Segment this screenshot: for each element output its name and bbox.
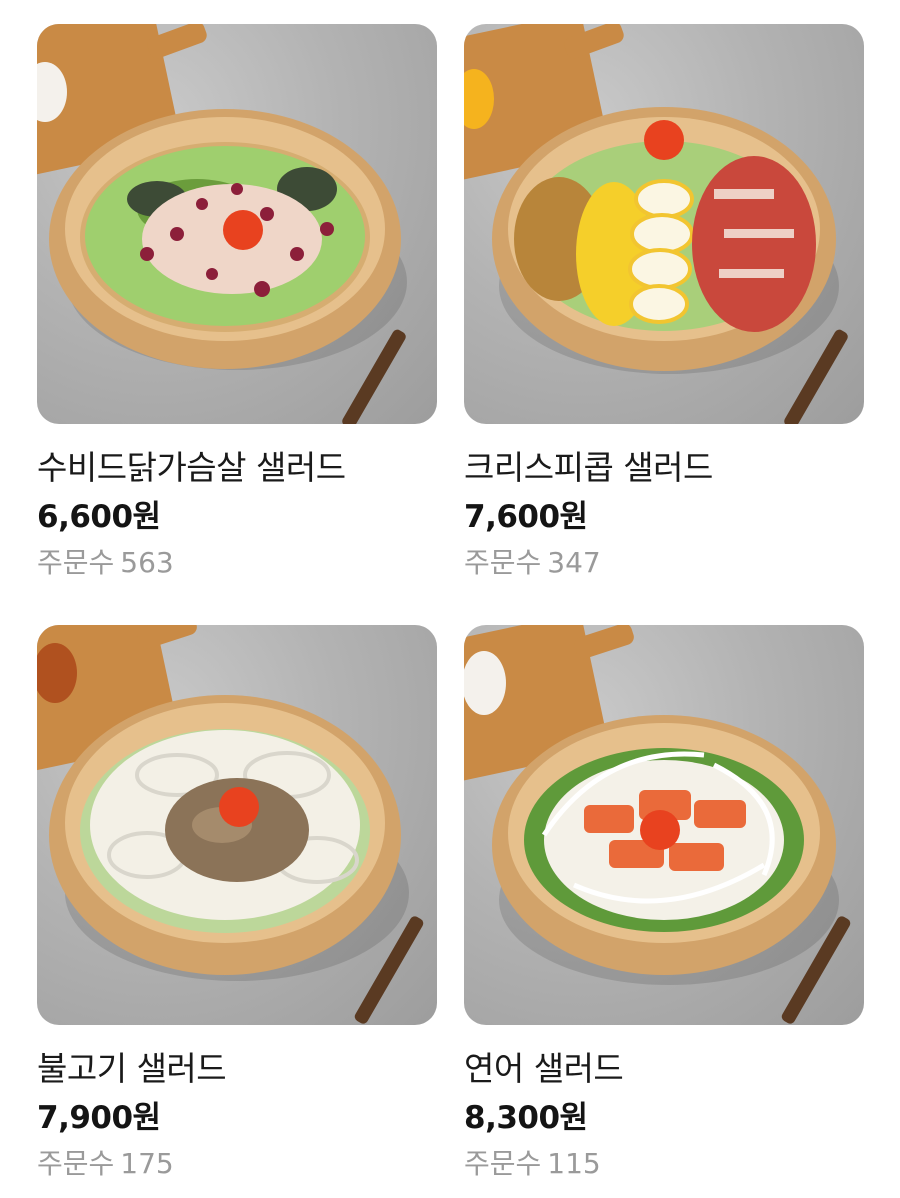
salad-bowl-icon [464, 24, 848, 424]
product-price: 6,600원 [37, 499, 161, 535]
product-price: 7,900원 [37, 1100, 161, 1136]
salad-bowl-icon [37, 625, 424, 1024]
product-name: 불고기 샐러드 [37, 1049, 227, 1088]
product-name: 수비드닭가슴살 샐러드 [37, 448, 346, 487]
order-count-label: 주문수 [37, 1147, 115, 1180]
order-count-value: 563 [120, 546, 174, 579]
product-card-salmon-salad[interactable]: 연어 샐러드 8,300원 주문수 115 [464, 625, 864, 1181]
product-image[interactable] [37, 24, 437, 424]
order-count: 주문수 115 [464, 1147, 864, 1181]
order-count-label: 주문수 [37, 546, 115, 579]
salad-bowl-icon [464, 625, 851, 1024]
order-count: 주문수 347 [464, 546, 864, 580]
salad-bowl-icon [37, 24, 407, 424]
order-count: 주문수 175 [37, 1147, 437, 1181]
order-count-value: 347 [547, 546, 601, 579]
product-image[interactable] [464, 24, 864, 424]
product-price: 7,600원 [464, 499, 588, 535]
order-count-value: 115 [547, 1147, 601, 1180]
product-image[interactable] [37, 625, 437, 1025]
product-price: 8,300원 [464, 1100, 588, 1136]
product-name: 크리스피콥 샐러드 [464, 448, 713, 487]
product-card-chicken-breast-salad[interactable]: 수비드닭가슴살 샐러드 6,600원 주문수 563 [37, 24, 437, 580]
order-count-label: 주문수 [464, 546, 542, 579]
order-count: 주문수 563 [37, 546, 437, 580]
product-name: 연어 샐러드 [464, 1049, 624, 1088]
product-image[interactable] [464, 625, 864, 1025]
order-count-label: 주문수 [464, 1147, 542, 1180]
product-card-crispy-cobb-salad[interactable]: 크리스피콥 샐러드 7,600원 주문수 347 [464, 24, 864, 580]
product-grid: 수비드닭가슴살 샐러드 6,600원 주문수 563 크리스피콥 샐러드 7,6… [0, 0, 900, 1198]
product-card-bulgogi-salad[interactable]: 불고기 샐러드 7,900원 주문수 175 [37, 625, 437, 1181]
order-count-value: 175 [120, 1147, 174, 1180]
